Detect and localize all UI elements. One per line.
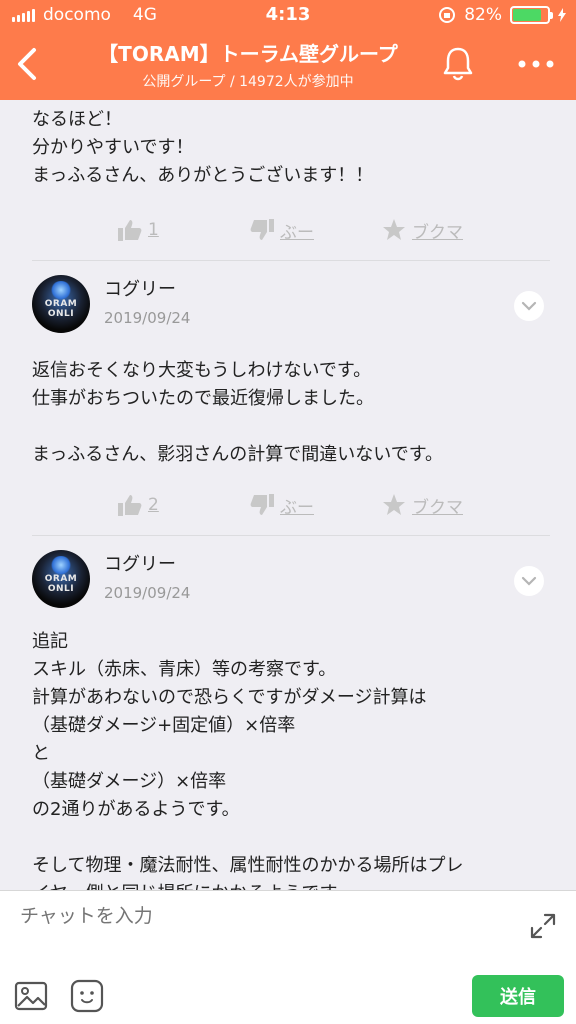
boo-label: ぶー xyxy=(280,222,314,243)
like-button[interactable]: 1 xyxy=(118,219,250,241)
group-subtitle: 公開グループ / 14972人が参加中 xyxy=(142,74,354,90)
image-icon[interactable] xyxy=(14,981,48,1011)
message-text: 返信おそくなり大変もうしわけないです。 仕事がおちついたので最近復帰しました。 … xyxy=(32,360,443,465)
avatar[interactable]: ORAM ONLI xyxy=(32,275,90,333)
status-bar: docomo 4G 4:13 82% xyxy=(0,0,576,32)
bookmark-button[interactable]: ブクマ xyxy=(382,218,514,243)
group-title: 【TORAM】トーラム壁グループ xyxy=(98,42,398,66)
like-count: 2 xyxy=(148,495,159,515)
message-item: なるほど！ 分かりやすいです！ まっふるさん、ありがとうございます！！ xyxy=(0,100,576,190)
author-name[interactable]: コグリー xyxy=(104,550,190,576)
bookmark-button[interactable]: ブクマ xyxy=(382,493,514,518)
battery-icon xyxy=(510,6,553,24)
message-author: ORAM ONLI コグリー 2019/09/24 xyxy=(32,536,544,616)
post-date: 2019/09/24 xyxy=(104,584,191,602)
message-text: 追記 スキル（赤床、青床）等の考察です。 計算があわないので恐らくですがダメージ… xyxy=(32,631,464,890)
back-arrow-icon[interactable] xyxy=(10,44,46,84)
bookmark-label: ブクマ xyxy=(412,497,463,518)
bookmark-label: ブクマ xyxy=(412,222,463,243)
chevron-down-icon xyxy=(521,576,537,586)
thumbs-up-icon xyxy=(118,220,142,241)
thumbs-down-icon xyxy=(250,494,274,515)
boo-button[interactable]: ぶー xyxy=(250,218,382,243)
post-date: 2019/09/24 xyxy=(104,309,191,327)
message-item: ORAM ONLI コグリー 2019/09/24 追記 スキル（赤床、青床）等… xyxy=(0,536,576,890)
chat-input[interactable] xyxy=(20,905,500,927)
message-actions: 2 ぶー ブクマ xyxy=(0,475,576,535)
header-bar: docomo 4G 4:13 82% 【TORAM】トーラム壁グループ 公開グル… xyxy=(0,0,576,100)
send-button[interactable]: 送信 xyxy=(472,975,564,1017)
navigation-bar: 【TORAM】トーラム壁グループ 公開グループ / 14972人が参加中 xyxy=(0,32,576,100)
bell-icon[interactable] xyxy=(440,44,476,84)
orientation-lock-icon xyxy=(439,7,456,23)
expand-menu-button[interactable] xyxy=(514,566,544,596)
avatar[interactable]: ORAM ONLI xyxy=(32,550,90,608)
like-count: 1 xyxy=(148,220,159,240)
charging-icon xyxy=(558,8,566,22)
message-text: なるほど！ 分かりやすいです！ まっふるさん、ありがとうございます！！ xyxy=(32,109,374,186)
like-button[interactable]: 2 xyxy=(118,494,250,516)
battery-percent: 82% xyxy=(464,5,502,25)
chevron-down-icon xyxy=(521,301,537,311)
chat-composer: 送信 xyxy=(0,890,576,1024)
boo-label: ぶー xyxy=(280,497,314,518)
star-icon xyxy=(383,219,405,240)
thumbs-down-icon xyxy=(250,219,274,240)
expand-icon[interactable] xyxy=(530,913,556,939)
author-name[interactable]: コグリー xyxy=(104,275,190,301)
expand-menu-button[interactable] xyxy=(514,291,544,321)
message-author: ORAM ONLI コグリー 2019/09/24 xyxy=(32,261,544,341)
more-options-icon[interactable] xyxy=(516,50,556,78)
boo-button[interactable]: ぶー xyxy=(250,493,382,518)
message-actions: 1 ぶー ブクマ xyxy=(0,200,576,260)
message-item: ORAM ONLI コグリー 2019/09/24 返信おそくなり大変もうしわけ… xyxy=(0,261,576,469)
group-title-block[interactable]: 【TORAM】トーラム壁グループ 公開グループ / 14972人が参加中 xyxy=(70,38,426,91)
star-icon xyxy=(383,494,405,515)
thumbs-up-icon xyxy=(118,495,142,516)
message-feed[interactable]: なるほど！ 分かりやすいです！ まっふるさん、ありがとうございます！！ 1 ぶー… xyxy=(0,100,576,890)
stamp-icon[interactable] xyxy=(70,979,104,1013)
